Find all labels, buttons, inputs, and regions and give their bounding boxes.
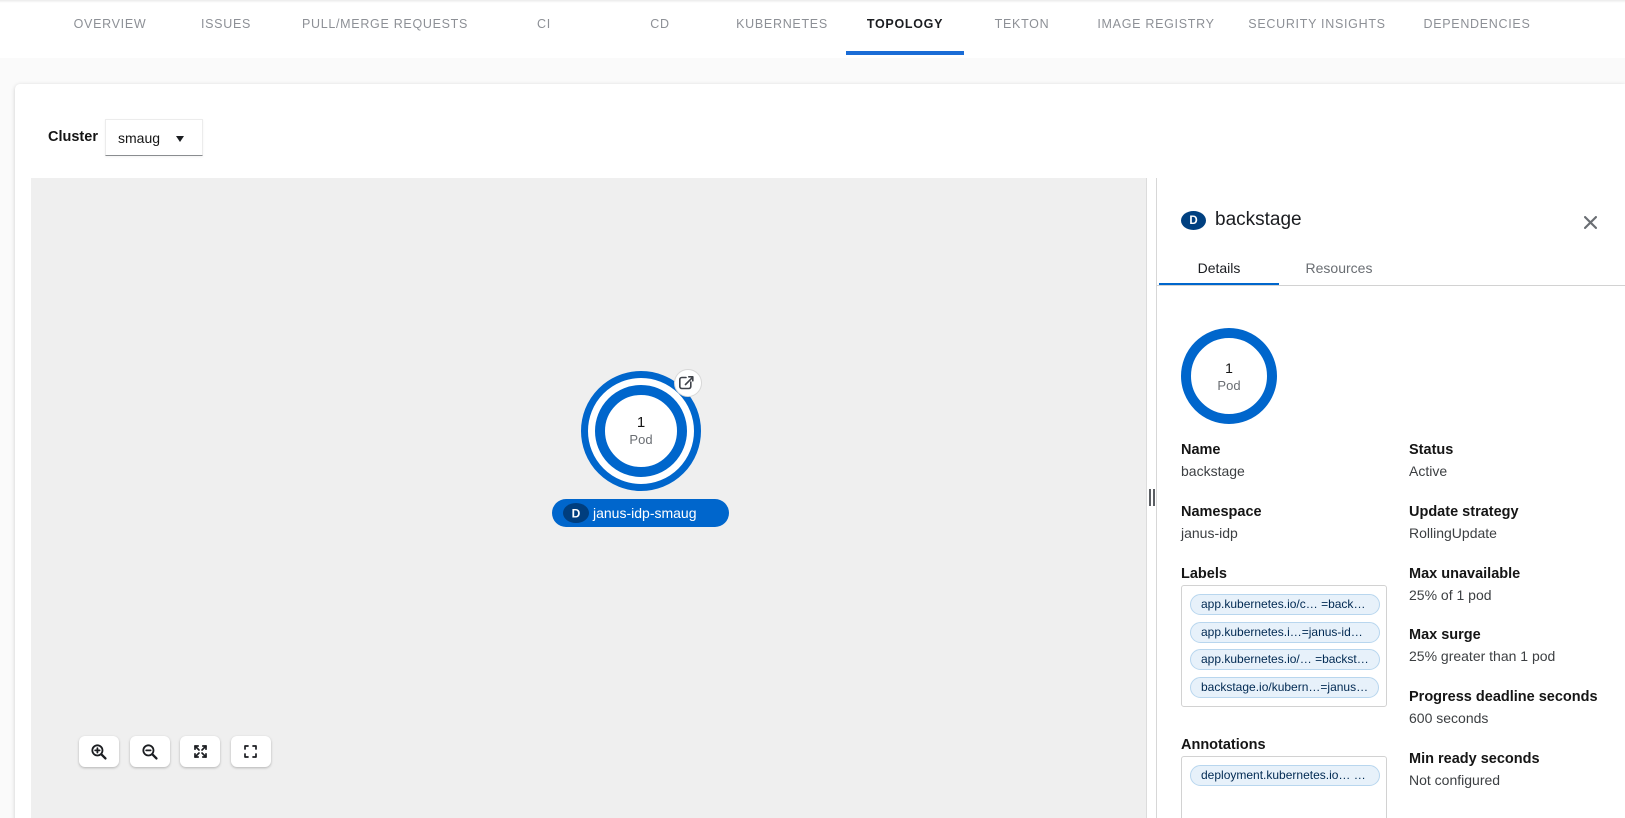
deployment-badge: D	[1181, 211, 1206, 230]
progress-deadline-value: 600 seconds	[1409, 710, 1488, 726]
label-chip: backstage.io/kubern…=janus…	[1190, 677, 1379, 698]
tab-ci[interactable]: CI	[537, 17, 551, 31]
annotation-chip: deployment.kubernetes.io… =1…	[1190, 765, 1380, 786]
fit-to-screen-icon	[192, 743, 209, 760]
label-chip: app.kubernetes.io/… =backst…	[1190, 649, 1380, 670]
status-label: Status	[1409, 442, 1453, 458]
panel-tabs-divider	[1157, 285, 1625, 286]
deployment-node-group: 1 Pod D janus-idp-smaug	[521, 363, 761, 543]
details-side-panel: D backstage Details Resources 1 Pod Name…	[1156, 178, 1625, 818]
donut-pod-count: 1	[1225, 360, 1233, 376]
panel-title: backstage	[1215, 209, 1302, 231]
labels-group: app.kubernetes.io/c… =backs… app.kuberne…	[1181, 585, 1387, 707]
max-unavailable-label: Max unavailable	[1409, 566, 1520, 582]
panel-tabs: Details Resources	[1159, 260, 1399, 276]
panel-tab-resources[interactable]: Resources	[1279, 260, 1399, 276]
node-pod-unit: Pod	[629, 432, 652, 447]
namespace-value: janus-idp	[1181, 525, 1238, 541]
annotations-group: deployment.kubernetes.io… =1…	[1181, 756, 1387, 818]
max-surge-value: 25% greater than 1 pod	[1409, 648, 1555, 664]
update-strategy-value: RollingUpdate	[1409, 525, 1497, 541]
update-strategy-label: Update strategy	[1409, 504, 1519, 520]
node-badge-letter: D	[572, 507, 581, 521]
tab-dependencies[interactable]: DEPENDENCIES	[1423, 17, 1530, 31]
cluster-select[interactable]: smaug	[105, 119, 203, 156]
panel-tab-details[interactable]: Details	[1159, 260, 1279, 276]
close-icon	[1584, 216, 1597, 229]
chevron-down-icon	[176, 136, 184, 142]
min-ready-value: Not configured	[1409, 772, 1500, 788]
node-label[interactable]: D janus-idp-smaug	[552, 499, 729, 527]
tab-pull-merge-requests[interactable]: PULL/MERGE REQUESTS	[302, 17, 468, 31]
tab-security-insights[interactable]: SECURITY INSIGHTS	[1248, 17, 1385, 31]
max-unavailable-value: 25% of 1 pod	[1409, 587, 1492, 603]
label-chip: app.kubernetes.io/c… =backs…	[1190, 594, 1380, 615]
name-value: backstage	[1181, 463, 1245, 479]
node-pod-count: 1	[637, 414, 645, 431]
cluster-label: Cluster	[48, 129, 98, 145]
tab-image-registry[interactable]: IMAGE REGISTRY	[1097, 17, 1214, 31]
zoom-out-button[interactable]	[130, 736, 170, 767]
tab-topology[interactable]: TOPOLOGY	[867, 17, 943, 31]
max-surge-label: Max surge	[1409, 627, 1481, 643]
labels-label: Labels	[1181, 566, 1227, 582]
reset-view-icon	[242, 743, 259, 760]
tab-cd[interactable]: CD	[650, 17, 669, 31]
label-chip: app.kubernetes.i…=janus-idp…	[1190, 622, 1380, 643]
status-value: Active	[1409, 463, 1447, 479]
namespace-label: Namespace	[1181, 504, 1262, 520]
annotations-label: Annotations	[1181, 737, 1266, 753]
zoom-in-button[interactable]	[79, 736, 119, 767]
canvas-controls	[79, 736, 271, 767]
close-panel-button[interactable]	[1581, 213, 1599, 231]
tab-overview[interactable]: OVERVIEW	[74, 17, 147, 31]
node-label-text: janus-idp-smaug	[592, 505, 697, 521]
name-label: Name	[1181, 442, 1221, 458]
open-url-decorator-button[interactable]	[675, 370, 702, 397]
min-ready-label: Min ready seconds	[1409, 751, 1540, 767]
fit-to-screen-button[interactable]	[180, 736, 220, 767]
reset-view-button[interactable]	[231, 736, 271, 767]
zoom-out-icon	[141, 743, 159, 761]
tab-tekton[interactable]: TEKTON	[995, 17, 1050, 31]
progress-deadline-label: Progress deadline seconds	[1409, 689, 1598, 705]
tab-kubernetes[interactable]: KUBERNETES	[736, 17, 828, 31]
pods-donut-chart: 1 Pod	[1174, 321, 1284, 431]
active-tab-indicator	[846, 51, 964, 55]
zoom-in-icon	[90, 743, 108, 761]
topology-canvas[interactable]: 1 Pod D janus-idp-smaug	[31, 178, 1147, 818]
topology-page: OVERVIEW ISSUES PULL/MERGE REQUESTS CI C…	[0, 0, 1625, 818]
tab-issues[interactable]: ISSUES	[201, 17, 251, 31]
donut-pod-unit: Pod	[1217, 378, 1240, 393]
cluster-select-value: smaug	[118, 130, 160, 146]
app-tab-bar: OVERVIEW ISSUES PULL/MERGE REQUESTS CI C…	[0, 0, 1625, 58]
